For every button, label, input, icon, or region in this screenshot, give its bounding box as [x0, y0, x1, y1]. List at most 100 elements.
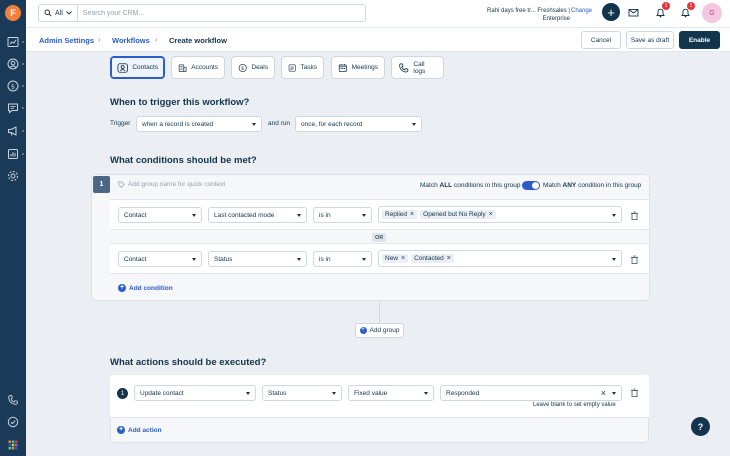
dashboard-icon[interactable] [6, 35, 20, 49]
phone-nav-icon[interactable] [6, 393, 20, 407]
plan-name-text: Enterprise [542, 16, 570, 22]
actions-section-title: What actions should be executed? [110, 357, 267, 368]
action-field-select[interactable]: Status [262, 385, 342, 401]
module-tab-label: Call logs [413, 60, 426, 75]
alerts-bell-icon[interactable]: 1 [678, 2, 695, 19]
chevron-down-icon [612, 392, 616, 395]
condition-module-select[interactable]: Contact [118, 207, 202, 223]
tasks-icon [288, 64, 296, 71]
help-button[interactable]: ? [691, 417, 710, 436]
clear-value-icon[interactable]: × [601, 388, 606, 398]
add-group-button[interactable]: + Add group [355, 323, 404, 338]
svg-text:$: $ [241, 65, 244, 71]
condition-operator-value: is in [319, 255, 331, 263]
campaigns-nav-icon[interactable] [6, 124, 20, 138]
match-any-prefix: Match [543, 182, 561, 189]
cancel-button[interactable]: Cancel [581, 31, 621, 49]
breadcrumb-separator: › [98, 35, 101, 44]
add-action-link[interactable]: + Add action [117, 426, 162, 434]
deals-nav-icon[interactable]: $ [6, 79, 20, 93]
remove-chip-icon[interactable]: × [401, 255, 405, 262]
run-frequency-select[interactable]: once, for each record [295, 116, 422, 132]
condition-field-select[interactable]: Status [208, 251, 307, 267]
quick-add-button[interactable]: + [602, 3, 620, 21]
remove-chip-icon[interactable]: × [489, 211, 493, 218]
module-tab-label: Meetings [351, 64, 378, 71]
match-all-label[interactable]: Match ALL conditions in this group [420, 182, 520, 189]
breadcrumb-admin-settings[interactable]: Admin Settings [39, 36, 94, 45]
rail-separator-dot [22, 153, 24, 155]
save-as-draft-button[interactable]: Save as draft [626, 31, 674, 49]
value-chip-label: Contacted [414, 255, 444, 262]
contacts-nav-icon[interactable] [6, 57, 20, 71]
empty-value-hint: Leave blank to set empty value [533, 402, 616, 408]
rail-separator-dot [22, 130, 24, 132]
breadcrumb-workflows[interactable]: Workflows [112, 36, 150, 45]
condition-values-multiselect[interactable]: Replied × Opened but No Reply × [378, 206, 622, 223]
call-logs-icon [399, 62, 409, 73]
condition-operator-select[interactable]: is in [313, 251, 372, 267]
module-tab-meetings[interactable]: Meetings [331, 56, 385, 79]
plus-circle-icon: + [359, 327, 367, 334]
module-tab-contacts[interactable]: Contacts [110, 56, 165, 79]
apps-grid-icon[interactable] [6, 438, 20, 452]
match-any-label[interactable]: Match ANY condition in this group [543, 182, 641, 189]
condition-module-value: Contact [124, 255, 147, 263]
match-mode-toggle[interactable] [522, 181, 540, 190]
chevron-down-icon [192, 214, 196, 217]
trigger-event-select[interactable]: when a record is created [136, 116, 262, 132]
search-input[interactable] [77, 9, 348, 17]
delete-action-icon[interactable] [630, 388, 639, 397]
reports-nav-icon[interactable] [6, 147, 20, 161]
delete-condition-icon[interactable] [630, 211, 639, 220]
rail-separator-dot [22, 107, 24, 109]
change-plan-link[interactable]: Change [571, 8, 592, 14]
module-tab-deals[interactable]: $ Deals [231, 56, 275, 79]
value-chip-label: Opened but No Reply [423, 211, 486, 218]
freshsales-logo[interactable]: F [5, 5, 21, 21]
condition-operator-select[interactable]: is in [313, 207, 372, 223]
search-scope-dropdown[interactable]: All [39, 5, 78, 21]
value-chip-label: Replied [385, 211, 408, 218]
rail-separator-dot [22, 63, 24, 65]
plus-circle-icon: + [118, 284, 126, 292]
remove-chip-icon[interactable]: × [447, 255, 451, 262]
trigger-event-value: when a record is created [142, 120, 214, 128]
user-avatar[interactable]: G [702, 3, 722, 23]
chat-nav-icon[interactable] [6, 415, 20, 429]
match-all-bold: ALL [439, 182, 453, 189]
chevron-down-icon [362, 214, 366, 217]
email-icon[interactable] [626, 5, 640, 19]
group-name-field[interactable]: Add group name for quick context [118, 181, 225, 188]
module-tab-call-logs[interactable]: Call logs [391, 56, 444, 79]
condition-values-multiselect[interactable]: New × Contacted × [378, 250, 622, 267]
action-value-type-select[interactable]: Fixed value [348, 385, 434, 401]
value-chip-label: New [385, 255, 399, 262]
plus-circle-icon: + [117, 426, 125, 434]
condition-module-select[interactable]: Contact [118, 251, 202, 267]
settings-nav-icon[interactable] [6, 169, 20, 183]
action-type-select[interactable]: Update contact [134, 385, 256, 401]
notifications-icon[interactable]: 1 [653, 2, 670, 19]
or-separator: OR [372, 233, 387, 242]
add-condition-link[interactable]: + Add condition [118, 284, 173, 292]
add-group-label: Add group [369, 327, 400, 334]
plan-product-text: Freshsales | [537, 8, 570, 14]
match-all-prefix: Match [420, 182, 438, 189]
add-action-label: Add action [128, 426, 162, 434]
match-all-suffix: conditions in this group [453, 182, 521, 189]
module-tab-label: Deals [251, 64, 268, 71]
global-search: All [38, 4, 366, 22]
chevron-down-icon [297, 214, 301, 217]
action-value-select[interactable]: Responded × [440, 385, 622, 401]
condition-field-select[interactable]: Last contacted mode [208, 207, 307, 223]
conversations-nav-icon[interactable] [6, 101, 20, 115]
remove-chip-icon[interactable]: × [410, 211, 414, 218]
module-tab-tasks[interactable]: Tasks [281, 56, 324, 79]
condition-field-value: Status [214, 255, 233, 263]
trigger-section-title: When to trigger this workflow? [110, 97, 250, 108]
module-tab-accounts[interactable]: Accounts [171, 56, 225, 79]
enable-button[interactable]: Enable [679, 31, 720, 49]
delete-condition-icon[interactable] [630, 255, 639, 264]
action-value: Responded [446, 389, 480, 397]
